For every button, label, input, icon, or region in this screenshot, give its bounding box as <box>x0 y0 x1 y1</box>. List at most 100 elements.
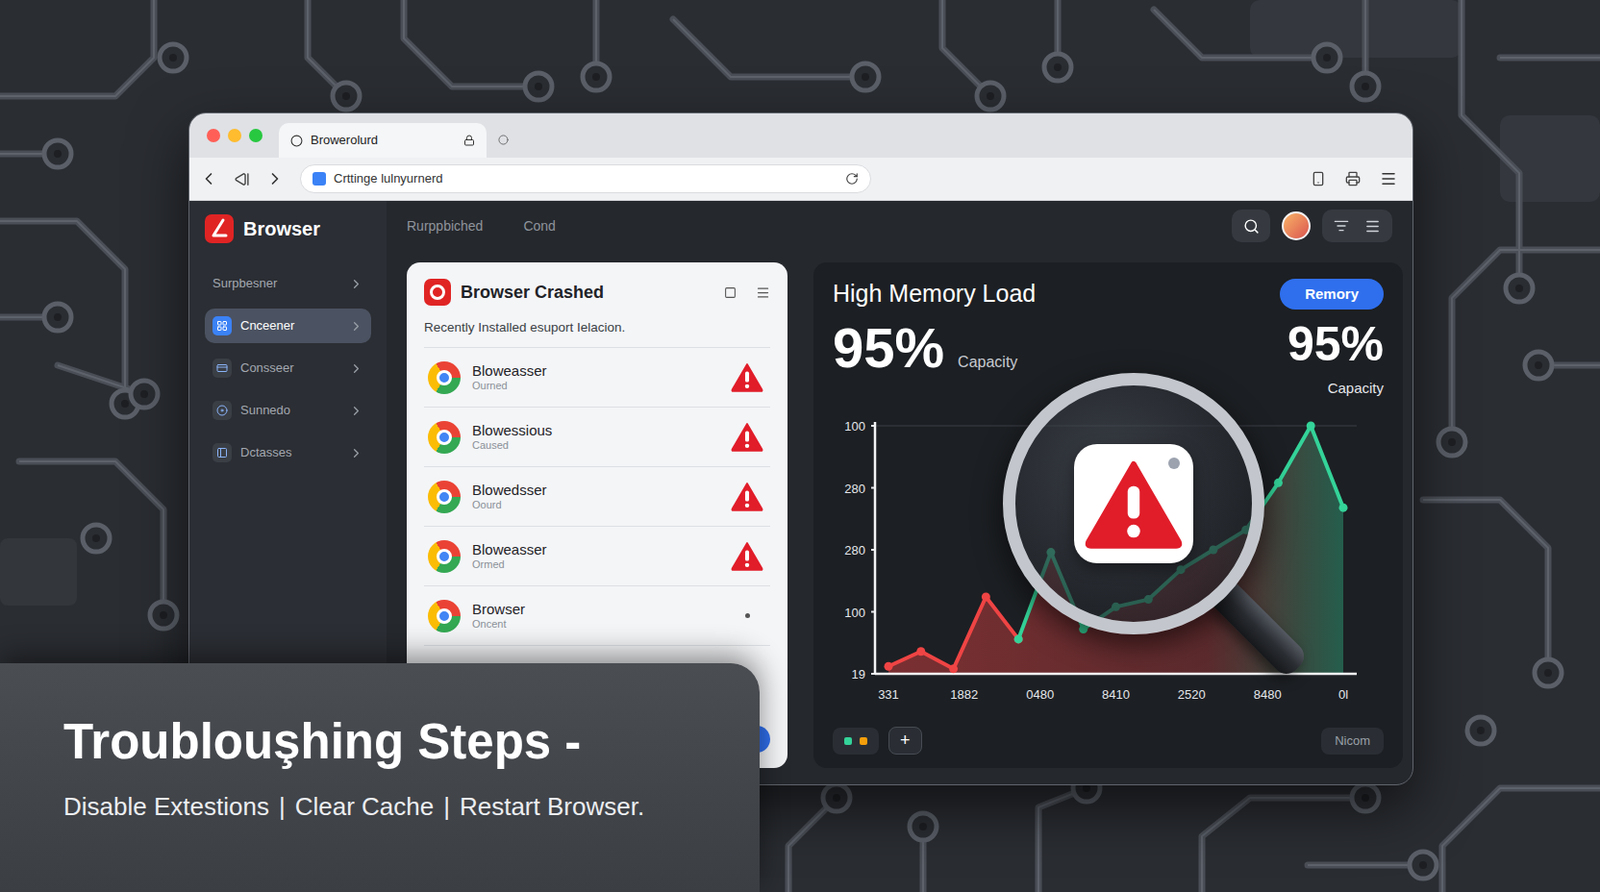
extension-row[interactable]: BloweasserOurned <box>424 348 771 408</box>
card-subtitle: Recently Installed esuport Ielacion. <box>424 318 771 349</box>
memory-unit-right: Capacity <box>1327 377 1384 400</box>
close-button[interactable] <box>206 128 221 143</box>
extension-row[interactable]: BlowedsserOourd <box>424 467 771 527</box>
chart-point <box>1274 478 1283 488</box>
extension-row[interactable]: BlowessiousCaused <box>424 407 771 468</box>
device-icon[interactable] <box>1310 171 1326 187</box>
chevron-icon <box>349 446 364 461</box>
sidebar-item-icon <box>216 320 228 332</box>
print-icon[interactable] <box>1345 171 1361 187</box>
extension-status: Ourned <box>472 379 548 394</box>
maximize-button[interactable] <box>249 128 263 143</box>
step-item: Clear Cache <box>295 788 435 826</box>
browser-app-icon <box>427 600 461 633</box>
magnifier-lens <box>1002 373 1265 635</box>
status-dot <box>745 613 750 619</box>
toolbar: Crttinge lulnyurnerd <box>189 157 1413 201</box>
reload-icon[interactable] <box>845 172 859 186</box>
chart-point <box>949 664 958 674</box>
browser-app-icon <box>427 361 461 395</box>
step-item: Restart Browser. <box>459 788 645 826</box>
sidebar-item[interactable]: Dctasses <box>204 435 372 471</box>
sidebar-item-icon <box>216 404 228 417</box>
sidebar-item[interactable]: Surpbesner <box>204 266 372 301</box>
page: Browerolurd Crttinge lulnyurnerd Browser Su… <box>0 0 1600 892</box>
sidebar-item[interactable]: Cnceener <box>204 308 372 344</box>
add-button[interactable]: + <box>888 726 923 755</box>
chart-point <box>1306 422 1316 431</box>
chevron-icon <box>349 403 364 419</box>
chart-point <box>1014 634 1024 644</box>
y-tick: 280 <box>844 543 866 558</box>
address-text: Crttinge lulnyurnerd <box>333 169 443 189</box>
extension-status: Oourd <box>472 499 548 513</box>
warning-icon <box>1083 458 1184 550</box>
step-item: Disable Extestions <box>63 788 270 826</box>
browser-app-icon <box>427 421 461 454</box>
address-bar[interactable]: Crttinge lulnyurnerd <box>300 164 872 194</box>
filter-icon[interactable] <box>1333 218 1350 234</box>
chart-point <box>916 647 925 656</box>
x-tick: 8480 <box>1253 687 1282 702</box>
card-menu-icon[interactable] <box>755 285 771 300</box>
tab-title: Browerolurd <box>310 130 378 150</box>
legend-toggle[interactable] <box>832 727 879 755</box>
browser-logo-icon <box>204 214 234 244</box>
y-tick: 100 <box>844 605 866 621</box>
chart-point <box>1339 503 1349 513</box>
extension-row[interactable]: BrowserOncent <box>424 586 771 647</box>
chart-point <box>1078 625 1088 634</box>
new-tab-icon[interactable] <box>498 134 509 146</box>
chevron-icon <box>349 276 364 292</box>
x-tick: 0l <box>1338 687 1349 702</box>
app-logo: Browser <box>204 200 372 257</box>
sidebar-item-icon <box>216 362 228 375</box>
menu-icon[interactable] <box>1379 170 1398 188</box>
extension-name: Browser <box>472 600 525 620</box>
memory-title: High Memory Load <box>832 275 1036 313</box>
minimize-button[interactable] <box>227 128 242 143</box>
x-tick: 0480 <box>1025 687 1054 702</box>
warning-icon <box>730 362 764 393</box>
chevron-icon <box>349 361 364 376</box>
window-icon[interactable] <box>724 286 737 300</box>
step-separator: | <box>443 788 450 826</box>
y-tick: 280 <box>844 481 866 497</box>
browser-app-icon <box>427 540 461 574</box>
troubleshooting-overlay: Troublouşhing Steps -Disable Extestions|… <box>0 663 760 892</box>
lock-icon <box>463 134 475 147</box>
filter-group <box>1322 209 1393 243</box>
x-tick: 2520 <box>1177 687 1206 702</box>
step-back-icon[interactable] <box>233 171 250 188</box>
extension-status: Oncent <box>472 618 525 632</box>
menu-icon[interactable] <box>1364 218 1381 235</box>
search-button[interactable] <box>1231 209 1271 243</box>
search-icon <box>1243 218 1260 235</box>
back-icon[interactable] <box>199 169 219 189</box>
header-bar: Rurppbiched Cond <box>386 200 1413 251</box>
extension-name: Bloweasser <box>472 362 548 381</box>
alert-app-icon <box>424 278 451 306</box>
sidebar-item[interactable]: Consseer <box>204 350 372 386</box>
extension-row[interactable]: BloweasserOrmed <box>424 526 771 587</box>
chart-point <box>981 593 991 602</box>
overlay-steps: Disable Extestions|Clear Cache|Restart B… <box>63 788 760 826</box>
forward-icon[interactable] <box>265 169 285 189</box>
sidebar-item[interactable]: Sunnedo <box>204 393 372 428</box>
sidebar-item-icon <box>216 447 228 459</box>
extension-name: Blowedsser <box>472 481 548 500</box>
memory-unit: Capacity <box>957 350 1018 375</box>
extension-status: Caused <box>472 439 552 453</box>
header-tab[interactable]: Cond <box>523 216 555 237</box>
site-icon <box>312 172 326 186</box>
avatar[interactable] <box>1281 211 1311 241</box>
header-tab[interactable]: Rurppbiched <box>406 216 483 237</box>
browser-tab[interactable]: Browerolurd <box>278 123 487 158</box>
y-tick: 19 <box>851 667 866 682</box>
browser-app-icon <box>427 480 461 514</box>
memory-button[interactable]: Remory <box>1279 278 1384 310</box>
extension-name: Bloweasser <box>472 541 548 560</box>
warning-icon <box>730 541 764 572</box>
x-tick: 8410 <box>1101 687 1130 702</box>
chart-label-button[interactable]: Nicom <box>1321 727 1384 755</box>
